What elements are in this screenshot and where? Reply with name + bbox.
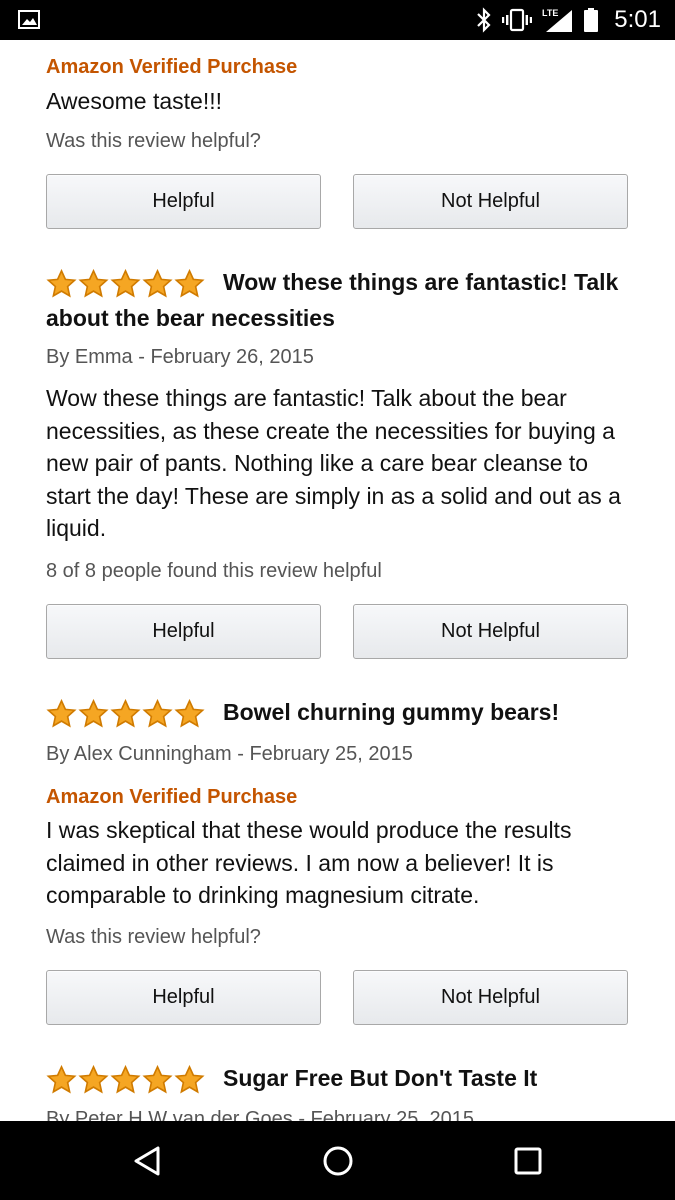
back-icon[interactable] bbox=[128, 1141, 168, 1181]
review-header: Sugar Free But Don't Taste It bbox=[46, 1060, 636, 1096]
helpful-button[interactable]: Helpful bbox=[46, 174, 321, 229]
clock: 5:01 bbox=[614, 6, 661, 33]
star-icon bbox=[110, 1064, 141, 1094]
star-rating bbox=[46, 268, 205, 299]
helpful-prompt: Was this review helpful? bbox=[46, 130, 261, 152]
review-byline: By Alex Cunningham - February 25, 2015 bbox=[46, 743, 413, 765]
helpful-button[interactable]: Helpful bbox=[46, 604, 321, 659]
star-icon bbox=[174, 268, 205, 298]
helpful-count: 8 of 8 people found this review helpful bbox=[46, 560, 382, 582]
battery-icon bbox=[584, 8, 599, 32]
not-helpful-button[interactable]: Not Helpful bbox=[353, 604, 628, 659]
helpful-prompt: Was this review helpful? bbox=[46, 926, 261, 948]
bluetooth-icon bbox=[477, 7, 491, 33]
star-icon bbox=[142, 1064, 173, 1094]
star-icon bbox=[46, 268, 77, 298]
helpful-button[interactable]: Helpful bbox=[46, 970, 321, 1025]
star-icon bbox=[78, 1064, 109, 1094]
star-icon bbox=[46, 1064, 77, 1094]
lte-signal-icon: LTE bbox=[542, 8, 573, 32]
review-byline: By Peter H W van der Goes - February 25,… bbox=[46, 1108, 474, 1121]
recents-icon[interactable] bbox=[508, 1141, 548, 1181]
star-icon bbox=[110, 698, 141, 728]
review-body: I was skeptical that these would produce… bbox=[46, 817, 572, 908]
review-header: Wow these things are fantastic! Talk abo… bbox=[46, 264, 636, 336]
star-icon bbox=[174, 698, 205, 728]
image-notification-icon bbox=[18, 10, 40, 29]
not-helpful-button[interactable]: Not Helpful bbox=[353, 970, 628, 1025]
star-icon bbox=[110, 268, 141, 298]
verified-purchase-badge: Amazon Verified Purchase bbox=[46, 56, 298, 78]
star-rating bbox=[46, 698, 205, 729]
svg-text:LTE: LTE bbox=[542, 8, 558, 18]
star-icon bbox=[46, 698, 77, 728]
vibrate-icon bbox=[502, 8, 533, 32]
star-icon bbox=[174, 1064, 205, 1094]
review-body: Wow these things are fantastic! Talk abo… bbox=[46, 385, 621, 541]
review-header: Bowel churning gummy bears! bbox=[46, 694, 636, 730]
star-icon bbox=[142, 268, 173, 298]
reviews-list[interactable]: Amazon Verified Purchase Awesome taste!!… bbox=[0, 40, 675, 1121]
review-title: Awesome taste!!! bbox=[46, 88, 222, 114]
review-title: Sugar Free But Don't Taste It bbox=[223, 1065, 538, 1091]
review-byline: By Emma - February 26, 2015 bbox=[46, 346, 314, 368]
status-bar: LTE 5:01 bbox=[0, 0, 675, 40]
star-rating bbox=[46, 1064, 205, 1095]
not-helpful-button[interactable]: Not Helpful bbox=[353, 174, 628, 229]
navigation-bar bbox=[0, 1121, 675, 1200]
star-icon bbox=[78, 268, 109, 298]
home-icon[interactable] bbox=[318, 1141, 358, 1181]
verified-purchase-badge: Amazon Verified Purchase bbox=[46, 786, 298, 808]
star-icon bbox=[142, 698, 173, 728]
star-icon bbox=[78, 698, 109, 728]
review-title: Bowel churning gummy bears! bbox=[223, 699, 560, 725]
